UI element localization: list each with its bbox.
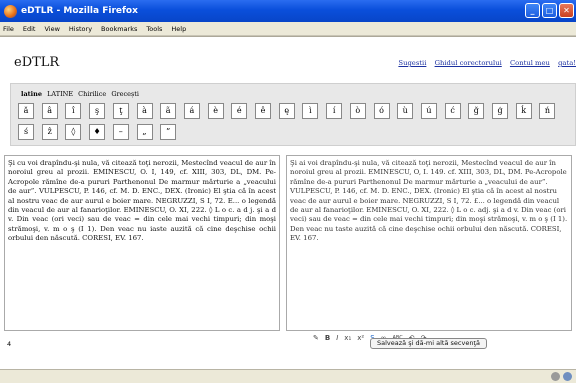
char-button[interactable]: ğ	[468, 103, 485, 119]
top-links: Sugestii Ghidul corectorului Contul meu …	[392, 59, 576, 67]
sequence-counter: 4	[7, 340, 12, 348]
correction-text: Şi ai voi drapîndu-şi nula, vă citează t…	[290, 159, 568, 243]
link-contul-meu[interactable]: Contul meu	[510, 59, 550, 67]
char-button[interactable]: ţ	[112, 103, 129, 119]
tab-latine-active[interactable]: latine	[21, 90, 42, 98]
source-text-editor[interactable]: Şi cu voi drapîndu-şi nula, vă citează t…	[4, 155, 280, 331]
menu-help[interactable]: Help	[171, 25, 186, 33]
status-icons	[551, 372, 572, 381]
link-sugestii[interactable]: Sugestii	[398, 59, 426, 67]
superscript-button[interactable]: x²	[357, 334, 364, 342]
char-button[interactable]: ś	[18, 124, 34, 140]
tab-chirilice[interactable]: Chirilice	[78, 90, 106, 98]
firefox-icon	[4, 4, 17, 18]
char-button[interactable]: ù	[397, 103, 414, 119]
pencil-icon[interactable]: ✎	[313, 334, 319, 342]
char-button[interactable]: ♦	[89, 124, 106, 140]
char-button[interactable]: é	[231, 103, 248, 119]
char-button[interactable]: ḱ	[515, 103, 532, 119]
char-button[interactable]: ú	[420, 103, 437, 119]
menu-file[interactable]: File	[3, 25, 14, 33]
bold-button[interactable]: B	[325, 334, 330, 342]
menu-history[interactable]: History	[69, 25, 92, 33]
char-button[interactable]: à	[136, 103, 153, 119]
char-button[interactable]: ◊	[65, 124, 82, 140]
char-button[interactable]: á	[183, 103, 200, 119]
char-button[interactable]: â	[41, 103, 58, 119]
browser-window: eDTLR - Mozilla Firefox _ □ ✕ File Edit …	[0, 0, 576, 383]
char-button[interactable]: ò	[349, 103, 366, 119]
char-button[interactable]: ì	[302, 103, 319, 119]
link-ghidul-corectorului[interactable]: Ghidul corectorului	[435, 59, 502, 67]
status-icon-2	[563, 372, 572, 381]
save-next-button[interactable]: Salvează şi dă-mi altă secvenţă	[370, 338, 487, 349]
char-button[interactable]: ã	[160, 103, 177, 119]
close-button[interactable]: ✕	[559, 3, 574, 18]
link-gata[interactable]: gata!	[558, 59, 576, 67]
char-button[interactable]: ć	[444, 103, 461, 119]
menu-tools[interactable]: Tools	[146, 25, 162, 33]
source-text: Şi cu voi drapîndu-şi nula, vă citează t…	[8, 159, 276, 243]
char-button[interactable]: ẑ	[41, 124, 58, 140]
window-controls: _ □ ✕	[525, 3, 574, 18]
char-button[interactable]: ó	[373, 103, 390, 119]
title-bar: eDTLR - Mozilla Firefox _ □ ✕	[0, 0, 576, 22]
minimize-button[interactable]: _	[525, 3, 540, 18]
menu-view[interactable]: View	[44, 25, 59, 33]
char-button[interactable]: ń	[539, 103, 556, 119]
site-title: eDTLR	[14, 55, 60, 70]
char-button[interactable]: ģ	[492, 103, 508, 119]
menu-edit[interactable]: Edit	[23, 25, 36, 33]
menu-bar: File Edit View History Bookmarks Tools H…	[0, 22, 576, 36]
tab-latine-upper[interactable]: LATINE	[47, 90, 73, 98]
char-tabs: latine LATINE Chirilice Grecești	[21, 90, 142, 98]
char-button[interactable]: í	[326, 103, 343, 119]
char-button[interactable]: è	[207, 103, 224, 119]
page-content: eDTLR Sugestii Ghidul corectorului Contu…	[0, 36, 576, 369]
tab-grecesti[interactable]: Grecești	[111, 90, 139, 98]
status-bar	[0, 369, 576, 383]
char-button[interactable]: ă	[18, 103, 34, 119]
char-button[interactable]: –	[112, 124, 129, 140]
char-button[interactable]: î	[65, 103, 82, 119]
maximize-button[interactable]: □	[542, 3, 557, 18]
char-button[interactable]: ş	[89, 103, 106, 119]
special-chars-panel: latine LATINE Chirilice Grecești ăâîşţàã…	[10, 83, 576, 146]
char-button[interactable]: „	[136, 124, 153, 140]
subscript-button[interactable]: x₁	[344, 334, 351, 342]
char-button[interactable]: ”	[160, 124, 177, 140]
status-icon-1	[551, 372, 560, 381]
italic-button[interactable]: I	[336, 334, 338, 342]
char-button[interactable]: ę	[278, 103, 295, 119]
correction-editor[interactable]: Şi ai voi drapîndu-şi nula, vă citează t…	[286, 155, 572, 331]
menu-bookmarks[interactable]: Bookmarks	[101, 25, 137, 33]
char-button[interactable]: ê	[255, 103, 271, 119]
window-title: eDTLR - Mozilla Firefox	[21, 6, 138, 16]
